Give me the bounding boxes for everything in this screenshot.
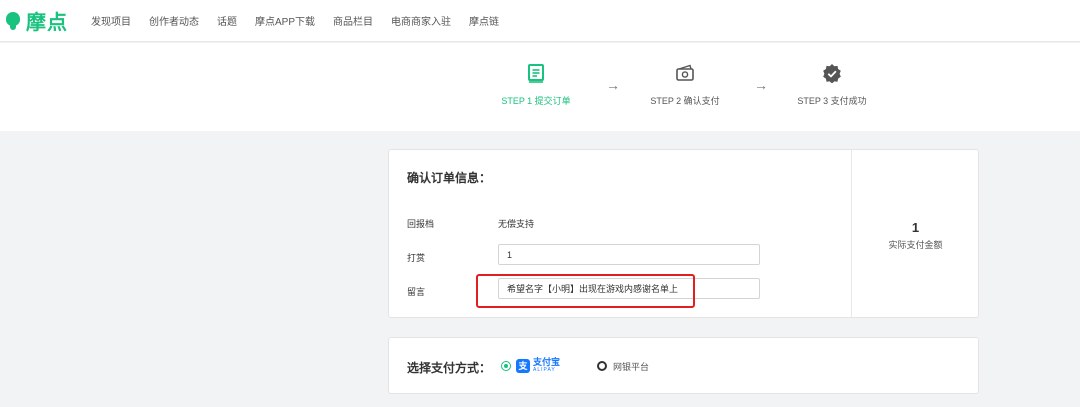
payment-amount-caption: 实际支付金额 xyxy=(888,240,943,250)
alipay-english: ALIPAY xyxy=(533,367,556,373)
nav-item-topics[interactable]: 话题 xyxy=(217,13,237,28)
bank-radio[interactable] xyxy=(597,361,607,371)
nav-item-products[interactable]: 商品栏目 xyxy=(333,13,373,28)
payment-method-card: 选择支付方式： 支 支付宝 ALIPAY 网银平台 xyxy=(388,337,979,394)
step-label: STEP 1 提交订单 xyxy=(501,96,571,106)
nav-item-app-download[interactable]: 摩点APP下载 xyxy=(255,13,315,28)
message-label: 留言 xyxy=(407,287,426,297)
highlight-box xyxy=(476,274,695,308)
tip-label: 打赏 xyxy=(407,253,426,263)
alipay-name: 支付宝 xyxy=(533,357,561,367)
check-badge-icon xyxy=(823,64,841,83)
actual-payment-summary: 1 实际支付金额 xyxy=(852,220,979,251)
logo[interactable]: 摩点 xyxy=(6,6,68,35)
alipay-radio[interactable] xyxy=(501,361,511,371)
nav-item-discover[interactable]: 发现项目 xyxy=(91,13,131,28)
nav-item-creator-news[interactable]: 创作者动态 xyxy=(149,13,199,28)
step-payment-success: STEP 3 支付成功 xyxy=(787,63,877,107)
tip-amount-input[interactable] xyxy=(498,244,760,265)
alipay-logo-icon: 支 xyxy=(516,358,530,373)
money-icon xyxy=(676,64,694,81)
alipay-logo-text: 支付宝 ALIPAY xyxy=(533,358,560,373)
payment-method-title: 选择支付方式： xyxy=(407,361,492,375)
logo-text: 摩点 xyxy=(26,12,68,34)
arrow-right-icon: → xyxy=(754,77,768,93)
document-icon xyxy=(528,64,544,83)
arrow-right-icon: → xyxy=(606,77,620,93)
step-label: STEP 3 支付成功 xyxy=(797,96,867,106)
logo-drop-icon xyxy=(6,11,20,30)
bank-platform-option[interactable]: 网银平台 xyxy=(613,360,649,373)
step-label: STEP 2 确认支付 xyxy=(650,96,720,106)
top-navigation: 摩点 发现项目 创作者动态 话题 摩点APP下载 商品栏目 电商商家入驻 摩点链 xyxy=(0,0,1080,42)
nav-item-merchant-join[interactable]: 电商商家入驻 xyxy=(391,13,451,28)
order-info-title: 确认订单信息： xyxy=(407,171,492,185)
reward-tier-value: 无偿支持 xyxy=(498,219,535,229)
step-submit-order: STEP 1 提交订单 xyxy=(491,63,581,107)
nav-item-chain[interactable]: 摩点链 xyxy=(469,13,499,28)
nav-menu: 发现项目 创作者动态 话题 摩点APP下载 商品栏目 电商商家入驻 摩点链 xyxy=(91,13,517,28)
checkout-steps: STEP 1 提交订单 → STEP 2 确认支付 → STEP 3 支付成功 xyxy=(0,43,1080,131)
payment-amount: 1 xyxy=(911,220,920,235)
step-confirm-payment: STEP 2 确认支付 xyxy=(640,63,730,107)
alipay-option[interactable]: 支 支付宝 ALIPAY xyxy=(516,358,560,373)
reward-tier-label: 回报档 xyxy=(407,219,435,229)
